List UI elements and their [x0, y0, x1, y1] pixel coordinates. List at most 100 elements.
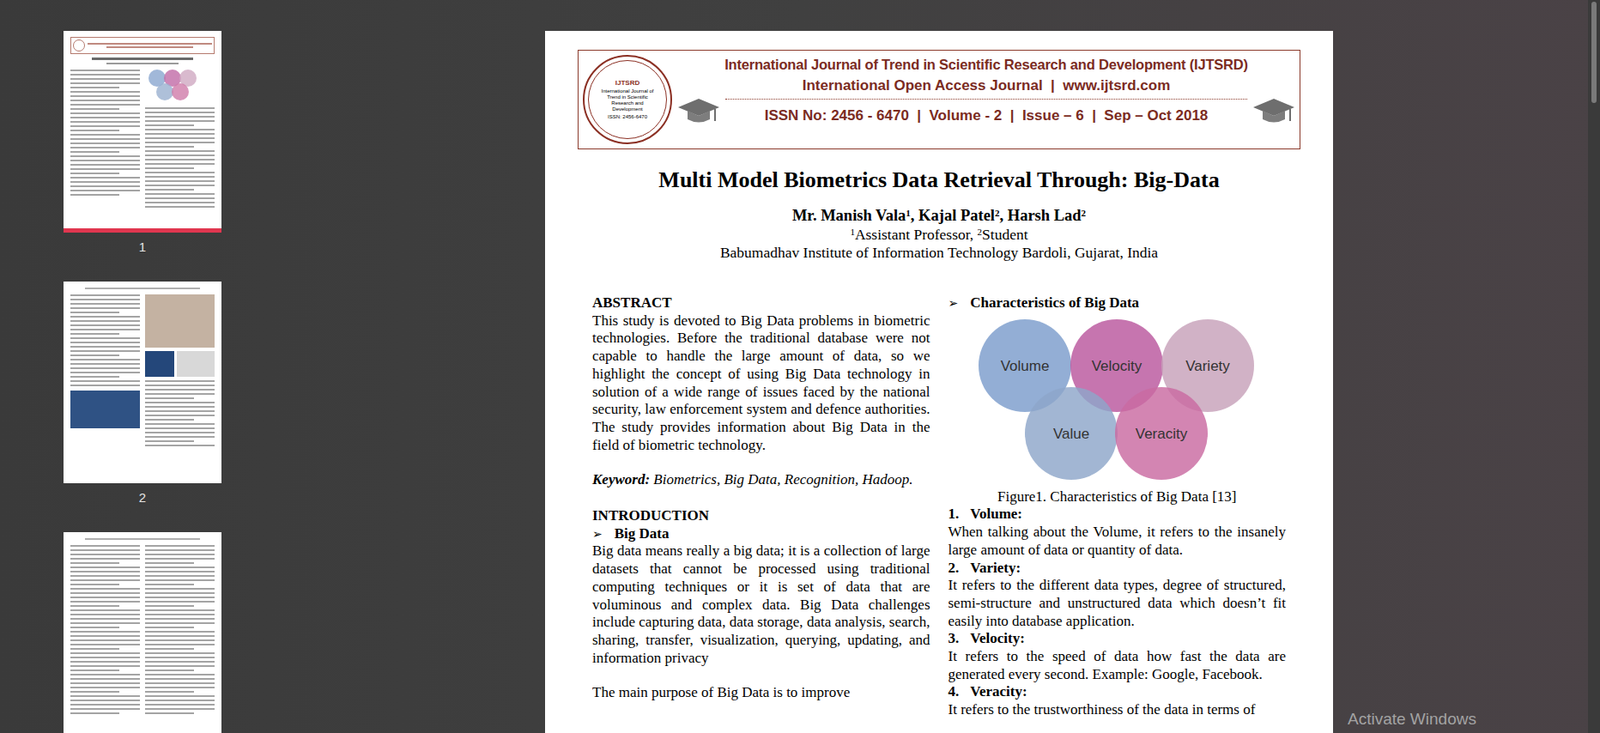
- text-line: [145, 431, 215, 434]
- text-line: [70, 367, 140, 370]
- intro-paragraph: Big data means really a big data; it is …: [592, 542, 931, 667]
- mini-column: [70, 69, 140, 229]
- text-line: [70, 699, 140, 702]
- text-line: [145, 545, 215, 547]
- text-line: [70, 294, 140, 297]
- text-line: [70, 613, 140, 616]
- text-line: [70, 665, 140, 667]
- text-line: [145, 414, 215, 417]
- text-line: [70, 626, 120, 629]
- text-line: [145, 699, 215, 702]
- mini-column: [145, 294, 215, 484]
- text-line: [145, 193, 215, 195]
- text-line: [70, 78, 140, 80]
- text-line: [145, 703, 215, 706]
- intro-paragraph: The main purpose of Big Data is to impro…: [592, 684, 931, 703]
- text-line: [70, 350, 140, 352]
- role-index: 1: [849, 226, 855, 237]
- text-line: [70, 682, 140, 685]
- text-line: [70, 660, 140, 663]
- text-line: [70, 354, 120, 357]
- characteristic-name: Velocity:: [969, 630, 1025, 649]
- journal-issue: ISSN No: 2456 - 6470 | Volume - 2 | Issu…: [725, 98, 1248, 126]
- thumbnail[interactable]: [63, 532, 222, 733]
- text-line: [145, 133, 215, 135]
- intro-heading: INTRODUCTION: [592, 507, 931, 526]
- characteristic-text: It refers to the speed of data how fast …: [948, 648, 1287, 684]
- thumbnail[interactable]: 2: [63, 281, 222, 507]
- characteristic-text: It refers to the different data types, d…: [948, 576, 1287, 631]
- thumbnail[interactable]: 1: [63, 30, 222, 256]
- graduation-cap-icon: [677, 96, 721, 127]
- text-line: [145, 150, 215, 152]
- intro-subheading: ➢Big Data: [592, 525, 931, 544]
- venn-label: Volume: [1000, 357, 1050, 375]
- mini-columns: [70, 294, 215, 484]
- text-line: [70, 112, 140, 115]
- characteristic-number: 4.: [948, 683, 960, 702]
- text-line: [70, 108, 120, 110]
- text-line: [70, 686, 140, 689]
- text-line: [70, 341, 140, 344]
- venn-circle: [1115, 387, 1208, 480]
- text-line: [145, 440, 194, 443]
- thumbnail-page[interactable]: [63, 532, 222, 733]
- text-line: [145, 622, 215, 625]
- text-line: [145, 380, 215, 382]
- text-line: [70, 337, 140, 340]
- text-line: [145, 600, 215, 603]
- text-line: [145, 549, 215, 552]
- text-line: [70, 605, 120, 607]
- thumbnail-page[interactable]: [63, 281, 222, 484]
- characteristic-text: When talking about the Volume, it refers…: [948, 523, 1287, 559]
- mini-columns: [70, 69, 215, 229]
- text-line: [70, 583, 120, 586]
- text-line: [145, 397, 194, 400]
- text-line: [145, 206, 215, 208]
- text-line: [70, 172, 120, 175]
- institute: Babumadhav Institute of Information Tech…: [592, 243, 1286, 262]
- logo-inner: IJTSRDInternational Journal of Trend in …: [587, 60, 667, 140]
- characteristic: 1. Volume:When talking about the Volume, …: [948, 505, 1287, 559]
- text-line: [145, 393, 215, 395]
- abstract: This study is devoted to Big Data proble…: [592, 312, 931, 455]
- paper-columns: ABSTRACTThis study is devoted to Big Dat…: [592, 294, 1286, 720]
- text-line: [145, 401, 215, 404]
- text-line: [70, 635, 140, 637]
- text-line: [70, 695, 140, 697]
- text-line: [70, 86, 120, 89]
- text-line: [70, 311, 120, 314]
- text-line: [145, 145, 194, 148]
- text-line: [70, 656, 140, 659]
- text-line: [145, 587, 215, 590]
- author-roles: 1Assistant Professor, 2Student: [592, 225, 1286, 244]
- left-column: ABSTRACTThis study is devoted to Big Dat…: [592, 294, 931, 720]
- mini-circle: [171, 83, 189, 101]
- text-line: [70, 545, 140, 547]
- text-line: [145, 686, 215, 689]
- bullet-icon: ➢: [592, 525, 603, 544]
- characteristic-number: 1.: [948, 505, 960, 524]
- text-line: [70, 193, 120, 196]
- text-line: [70, 618, 140, 620]
- thumbnail-page[interactable]: [63, 30, 222, 233]
- text-line: [145, 423, 215, 425]
- author-name: , Harsh Lad: [1000, 206, 1082, 225]
- scrollbar[interactable]: [1587, 0, 1600, 733]
- text-line: [70, 648, 120, 650]
- text-line: [145, 630, 215, 633]
- characteristic-name: Volume:: [969, 505, 1023, 524]
- text-line: [145, 111, 215, 114]
- text-line: [145, 583, 194, 586]
- author-index: 2: [1081, 207, 1087, 219]
- text-line: [70, 138, 140, 140]
- characteristic-term: 1. Volume:: [948, 505, 1287, 524]
- figure: VolumeVelocityVarietyValueVeracity: [948, 315, 1287, 489]
- text-line: [70, 95, 140, 97]
- logo-name: International Journal of Trend in Scient…: [595, 88, 660, 113]
- logo-issn: ISSN: 2456-6470: [607, 113, 648, 121]
- text-line: [145, 158, 215, 161]
- scrollbar-thumb[interactable]: [1591, 1, 1597, 104]
- text-line: [145, 115, 215, 118]
- text-line: [70, 703, 140, 706]
